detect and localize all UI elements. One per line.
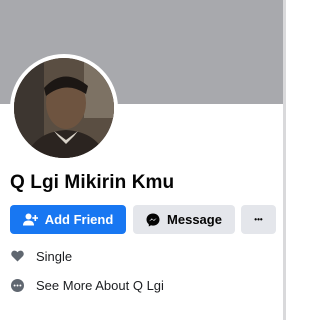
message-button[interactable]: Message: [133, 205, 235, 234]
info-see-more[interactable]: See More About Q Lgi: [10, 276, 164, 294]
avatar-person-image: [14, 58, 114, 158]
message-label: Message: [167, 212, 222, 227]
relationship-status: Single: [36, 248, 73, 264]
info-relationship: Single: [10, 247, 72, 265]
more-dots-icon: [10, 278, 24, 292]
more-options-label: •••: [254, 215, 263, 224]
see-more-about-link[interactable]: See More About Q Lgi: [36, 278, 164, 293]
more-options-button[interactable]: •••: [241, 205, 276, 234]
heart-icon: [10, 250, 24, 262]
scrollbar[interactable]: [283, 0, 286, 320]
messenger-icon: [146, 213, 160, 227]
add-friend-button[interactable]: Add Friend: [10, 205, 126, 234]
profile-name: Q Lgi Mikirin Kmu: [10, 172, 175, 193]
profile-avatar[interactable]: [14, 58, 114, 158]
add-friend-label: Add Friend: [44, 212, 114, 227]
add-friend-icon: [22, 213, 38, 226]
